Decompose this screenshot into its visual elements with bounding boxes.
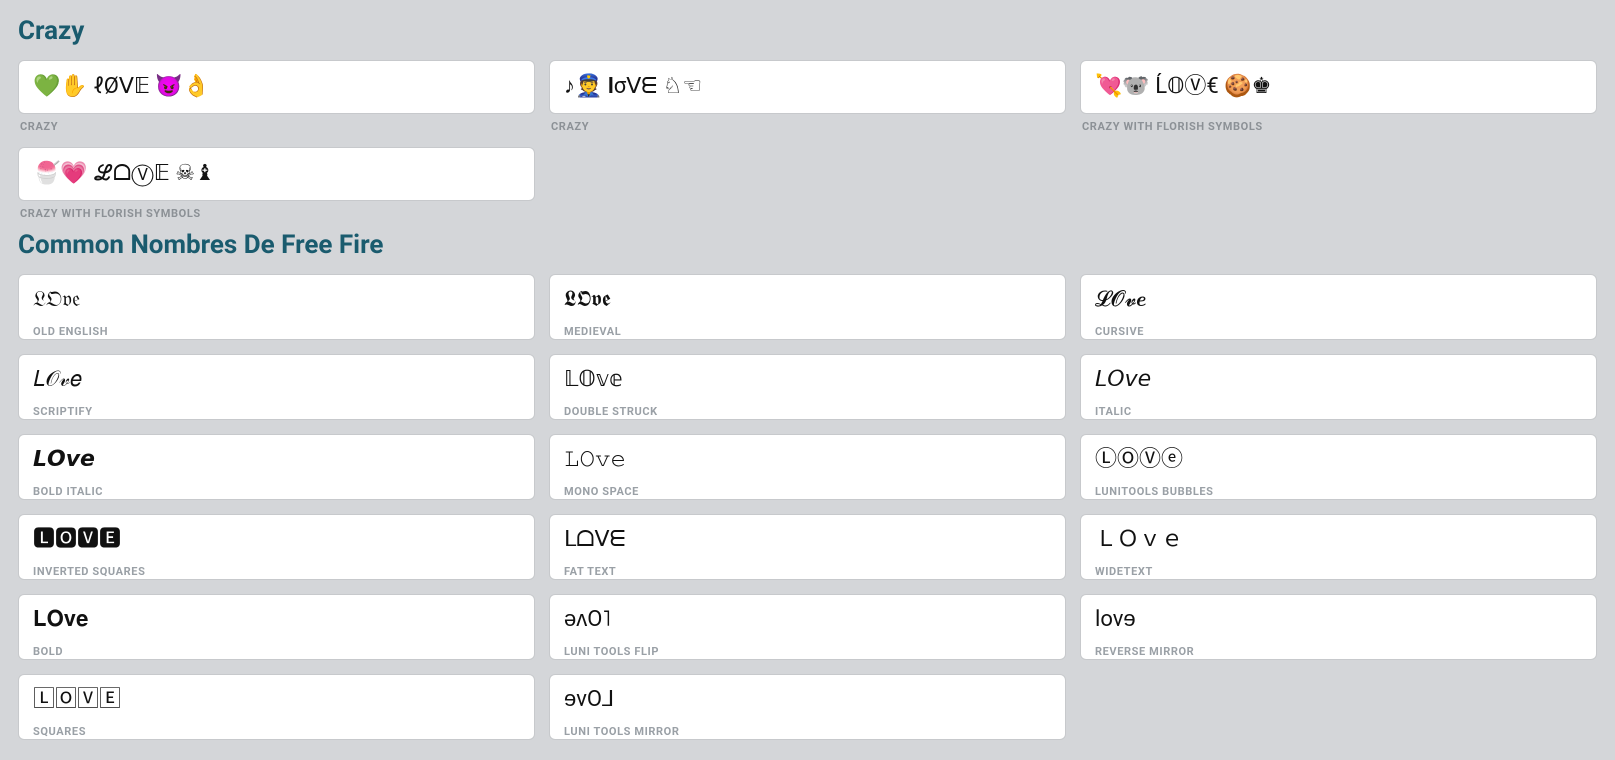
font-card[interactable]: 🅻🅾🆅🅴 INVERTED SQUARES (18, 514, 535, 580)
section-title-common: Common Nombres De Free Fire (18, 230, 1597, 260)
font-sample: 🍧💗 ℒᗝⓋ𝔼 ☠♝ (33, 160, 520, 188)
font-sample: ᒪᗝᐯᗴ (564, 525, 1051, 555)
font-card[interactable]: 𝐿𝒪𝓋𝑒 SCRIPTIFY (18, 354, 535, 420)
font-sample: 𝓛𝓞𝓿𝒆 (1095, 285, 1582, 315)
font-sample: ⓁⓄⓋⓔ (1095, 445, 1582, 475)
font-card[interactable]: 𝙇𝙊𝙫𝙚 BOLD ITALIC (18, 434, 535, 500)
font-label: WIDETEXT (1095, 565, 1582, 578)
font-label: FAT TEXT (564, 565, 1051, 578)
font-sample: ♪👮 𝐥σᐯᗴ ♘☜ (564, 73, 1051, 101)
font-sample: 💚✋ ℓØᐯ𝔼 😈👌 (33, 73, 520, 101)
font-card[interactable]: 𝕃𝕆𝕧𝕖 DOUBLE STRUCK (549, 354, 1066, 420)
font-label: REVERSE MIRROR (1095, 645, 1582, 658)
font-label: DOUBLE STRUCK (564, 405, 1051, 418)
font-sample: ＬＯｖｅ (1095, 525, 1582, 555)
font-card[interactable]: 𝕷𝕺𝖛𝖊 MEDIEVAL (549, 274, 1066, 340)
font-sample: 𝔏𝔒𝔳𝔢 (33, 285, 520, 315)
font-label: ITALIC (1095, 405, 1582, 418)
font-card[interactable]: 𝓛𝓞𝓿𝒆 CURSIVE (1080, 274, 1597, 340)
font-label: CRAZY (20, 120, 535, 133)
font-card[interactable]: 𝙻𝙾𝚟𝚎 MONO SPACE (549, 434, 1066, 500)
font-sample: 𝕃𝕆𝕧𝕖 (564, 365, 1051, 395)
font-label: BOLD ITALIC (33, 485, 520, 498)
font-card[interactable]: ᒪᗝᐯᗴ FAT TEXT (549, 514, 1066, 580)
font-card[interactable]: 💚✋ ℓØᐯ𝔼 😈👌 (18, 60, 535, 114)
font-label: CRAZY WITH FLORISH SYMBOLS (1082, 120, 1597, 133)
font-card[interactable]: lovɘ REVERSE MIRROR (1080, 594, 1597, 660)
font-sample: ǝʌO˥ (564, 605, 1051, 635)
font-sample: 𝐿𝒪𝓋𝑒 (33, 365, 520, 395)
font-label: LUNITOOLS BUBBLES (1095, 485, 1582, 498)
font-card[interactable]: 💘🐨 Ĺ𝕆Ⓥ€ 🍪♚ (1080, 60, 1597, 114)
font-label: CRAZY WITH FLORISH SYMBOLS (20, 207, 535, 220)
font-label: CRAZY (551, 120, 1066, 133)
font-sample: 𝙻𝙾𝚟𝚎 (564, 445, 1051, 475)
font-card[interactable]: ǝʌO˥ LUNI TOOLS FLIP (549, 594, 1066, 660)
font-label: INVERTED SQUARES (33, 565, 520, 578)
font-label: BOLD (33, 645, 520, 658)
section-title-crazy: Crazy (18, 16, 1597, 46)
font-sample: ɘvO⅃ (564, 685, 1051, 715)
font-sample: 𝘓𝘖𝘷𝘦 (1095, 365, 1582, 395)
font-label: MEDIEVAL (564, 325, 1051, 338)
font-label: SQUARES (33, 725, 520, 738)
font-sample: lovɘ (1095, 605, 1582, 635)
font-sample: 🄻🄾🅅🄴 (33, 685, 520, 715)
common-grid: 𝔏𝔒𝔳𝔢 OLD ENGLISH 𝕷𝕺𝖛𝖊 MEDIEVAL 𝓛𝓞𝓿𝒆 CURS… (18, 274, 1597, 740)
font-label: LUNI TOOLS MIRROR (564, 725, 1051, 738)
font-sample: 𝙇𝙊𝙫𝙚 (33, 445, 520, 475)
font-card[interactable]: 𝘓𝘖𝘷𝘦 ITALIC (1080, 354, 1597, 420)
font-card[interactable]: ɘvO⅃ LUNI TOOLS MIRROR (549, 674, 1066, 740)
font-card[interactable]: 🍧💗 ℒᗝⓋ𝔼 ☠♝ (18, 147, 535, 201)
font-label: LUNI TOOLS FLIP (564, 645, 1051, 658)
font-card[interactable]: 𝐋𝐎𝐯𝐞 BOLD (18, 594, 535, 660)
font-sample: 𝐋𝐎𝐯𝐞 (33, 605, 520, 635)
font-card[interactable]: 𝔏𝔒𝔳𝔢 OLD ENGLISH (18, 274, 535, 340)
font-label: OLD ENGLISH (33, 325, 520, 338)
crazy-grid: 💚✋ ℓØᐯ𝔼 😈👌 CRAZY ♪👮 𝐥σᐯᗴ ♘☜ CRAZY 💘🐨 Ĺ𝕆Ⓥ… (18, 60, 1597, 220)
font-label: SCRIPTIFY (33, 405, 520, 418)
font-card[interactable]: ♪👮 𝐥σᐯᗴ ♘☜ (549, 60, 1066, 114)
font-label: CURSIVE (1095, 325, 1582, 338)
font-sample: 𝕷𝕺𝖛𝖊 (564, 285, 1051, 315)
font-card[interactable]: 🄻🄾🅅🄴 SQUARES (18, 674, 535, 740)
font-card[interactable]: ⓁⓄⓋⓔ LUNITOOLS BUBBLES (1080, 434, 1597, 500)
font-sample: 💘🐨 Ĺ𝕆Ⓥ€ 🍪♚ (1095, 73, 1582, 101)
font-label: MONO SPACE (564, 485, 1051, 498)
font-card[interactable]: ＬＯｖｅ WIDETEXT (1080, 514, 1597, 580)
font-sample: 🅻🅾🆅🅴 (33, 525, 520, 555)
